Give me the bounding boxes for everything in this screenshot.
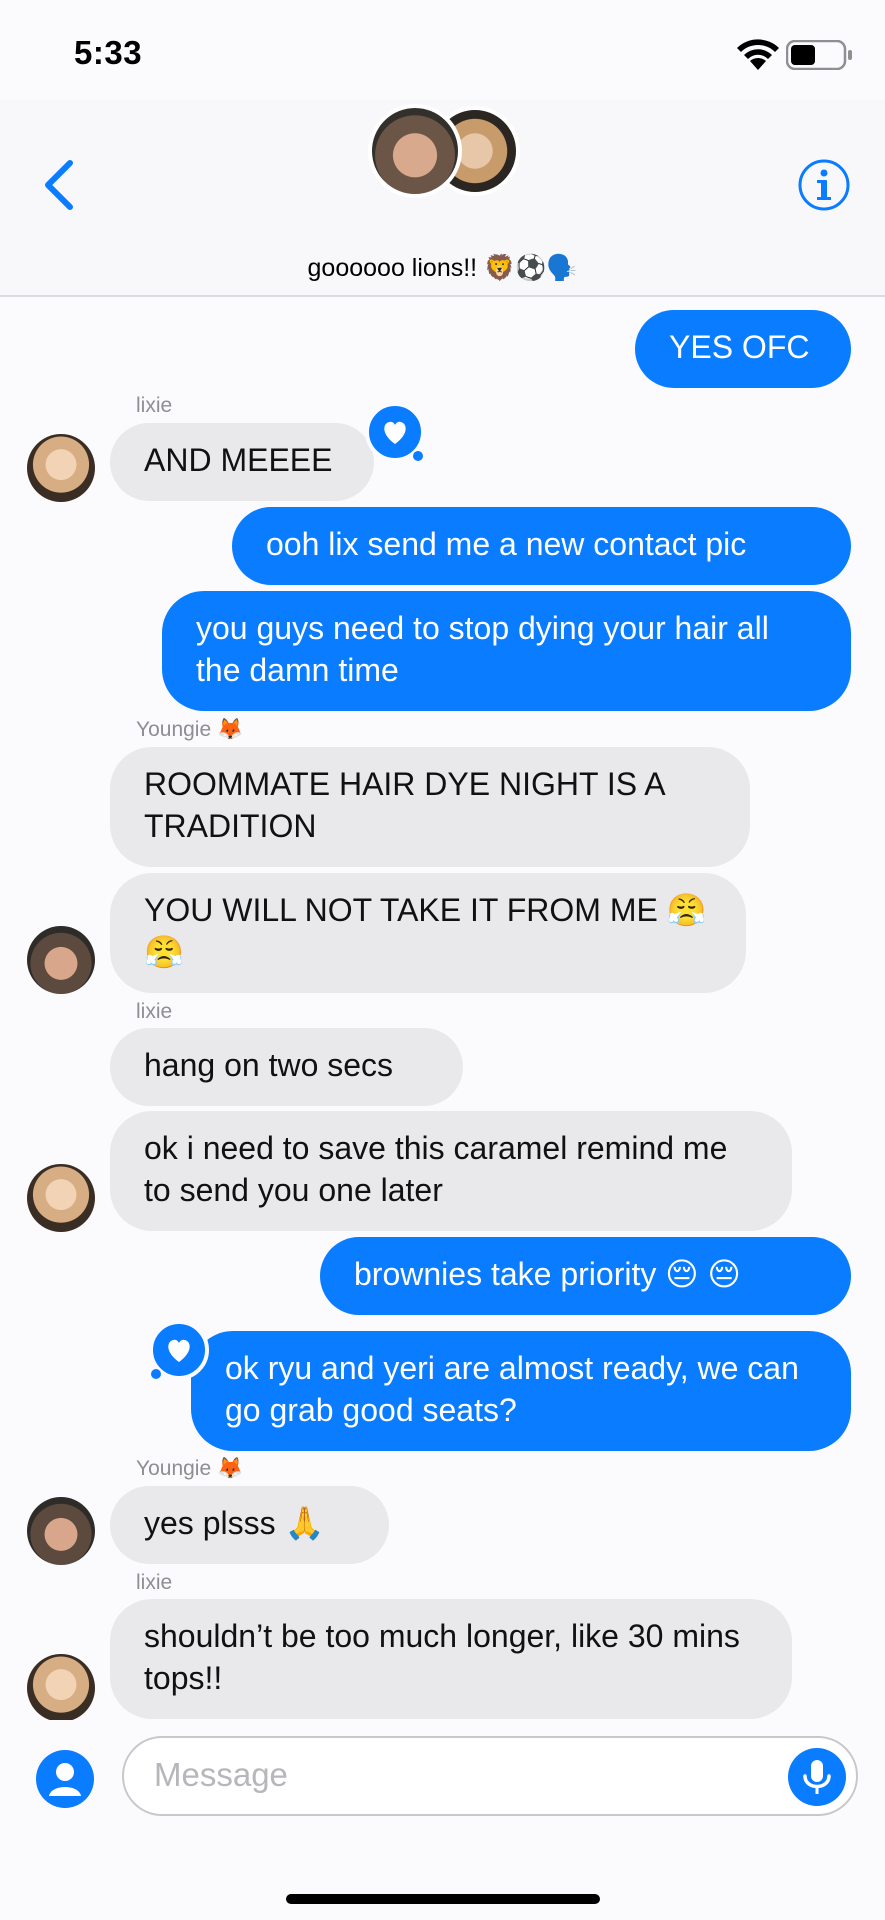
avatar [368, 104, 462, 198]
message-bubble[interactable]: brownies take priority 😔 😔 [320, 1237, 851, 1315]
avatar[interactable] [27, 1654, 95, 1722]
message-input[interactable]: Message [122, 1736, 858, 1816]
sender-name: lixie [136, 394, 173, 417]
message-bubble[interactable]: hang on two secs [110, 1028, 463, 1106]
group-avatars[interactable] [368, 104, 520, 204]
battery-icon [786, 40, 852, 70]
message-bubble[interactable]: YES OFC [635, 310, 851, 388]
avatar[interactable] [27, 434, 95, 502]
chevron-left-icon[interactable] [40, 155, 80, 215]
avatar[interactable] [27, 926, 95, 994]
sender-name: lixie [136, 1000, 173, 1023]
message-bubble[interactable]: ROOMMATE HAIR DYE NIGHT IS A TRADITION [110, 747, 750, 867]
message-bubble[interactable]: ok i need to save this caramel remind me… [110, 1111, 792, 1231]
avatar[interactable] [27, 1164, 95, 1232]
message-bubble[interactable]: YOU WILL NOT TAKE IT FROM ME 😤 😤 [110, 873, 746, 993]
avatar[interactable] [27, 1497, 95, 1565]
message-bubble[interactable]: AND MEEEE [110, 423, 374, 501]
message-bubble[interactable]: shouldn’t be too much longer, like 30 mi… [110, 1599, 792, 1719]
message-bubble[interactable]: yes plsss 🙏 [110, 1486, 389, 1564]
info-icon[interactable] [797, 158, 851, 212]
sender-name: lixie [136, 1571, 173, 1594]
message-composer: Message [0, 1720, 885, 1920]
message-bubble[interactable]: you guys need to stop dying your hair al… [162, 591, 851, 711]
message-placeholder: Message [154, 1756, 288, 1793]
sender-name: Youngie 🦊 [136, 1457, 244, 1480]
group-title[interactable]: goooooo lions!! 🦁⚽🗣️ [0, 254, 885, 283]
wifi-icon [737, 39, 779, 70]
home-indicator[interactable] [286, 1894, 600, 1904]
mic-icon[interactable] [788, 1748, 846, 1806]
message-bubble[interactable]: ooh lix send me a new contact pic [232, 507, 851, 585]
heart-reaction-icon[interactable] [148, 1320, 212, 1384]
heart-reaction-icon[interactable] [362, 402, 426, 466]
status-time: 5:33 [74, 34, 143, 71]
status-bar: 5:33 [0, 0, 885, 110]
sender-name: Youngie 🦊 [136, 718, 244, 741]
conversation-header: goooooo lions!! 🦁⚽🗣️ [0, 100, 885, 297]
message-bubble[interactable]: ok ryu and yeri are almost ready, we can… [191, 1331, 851, 1451]
person-icon[interactable] [36, 1750, 94, 1808]
